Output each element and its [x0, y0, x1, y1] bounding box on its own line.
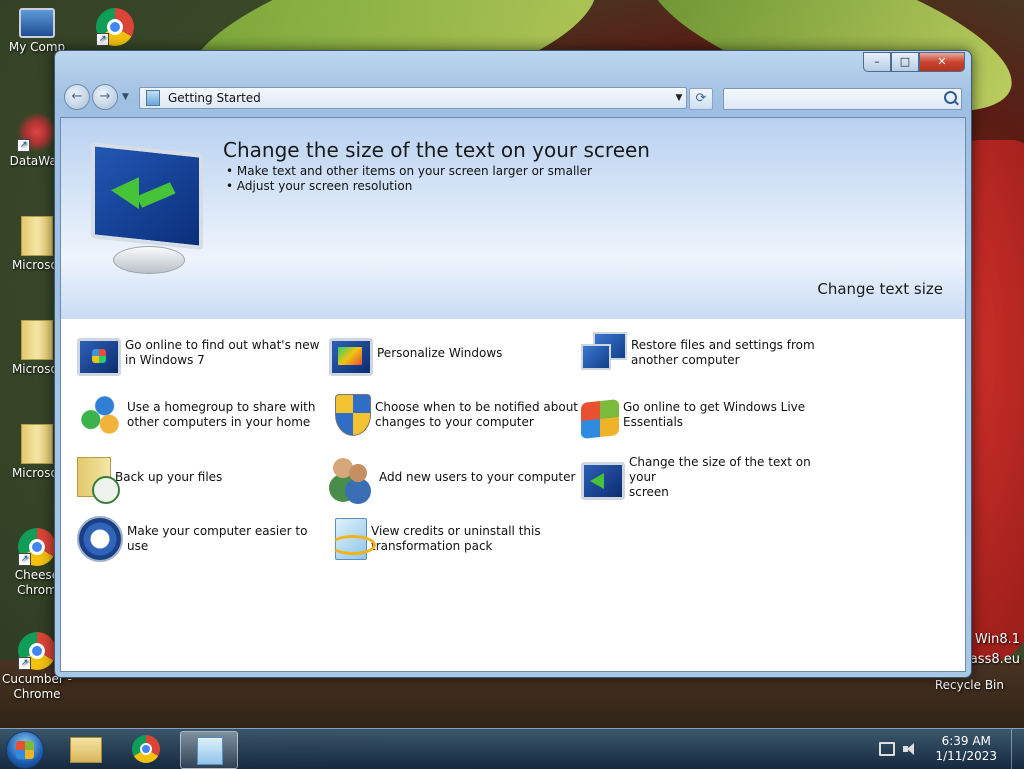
desktop-icon-label: Chrome	[13, 687, 61, 701]
transformation-pack-icon	[330, 518, 376, 560]
task-credits-uninstall[interactable]: View credits or uninstall this transforma…	[329, 511, 579, 567]
watermark-text: ass8.eu	[969, 652, 1020, 667]
banner-bullet: • Make text and other items on your scre…	[226, 164, 592, 178]
refresh-button[interactable]: ⟳	[689, 88, 713, 110]
content-area: Change the size of the text on your scre…	[60, 117, 966, 672]
users-icon	[329, 454, 375, 500]
folder-icon	[21, 424, 53, 464]
clock-date: 1/11/2023	[935, 749, 997, 763]
task-homegroup[interactable]: Use a homegroup to share with other compu…	[77, 387, 327, 443]
task-label: Choose when to be notified about changes …	[375, 400, 578, 429]
address-dropdown-icon[interactable]: ▼	[672, 93, 686, 103]
taskbar-getting-started-button[interactable]	[180, 731, 238, 769]
search-box[interactable]	[723, 88, 962, 110]
getting-started-window: – □ ✕ ← → ▼ Getting Started ▼ ⟳ Change t…	[54, 50, 972, 678]
desktop-icon-my-computer[interactable]: My Comp	[2, 8, 72, 55]
address-text: Getting Started	[168, 91, 261, 105]
uac-shield-icon	[335, 394, 371, 436]
windows-flag-icon	[581, 399, 619, 439]
task-label: Add new users to your computer	[379, 469, 576, 484]
folder-icon	[21, 320, 53, 360]
clock-time: 6:39 AM	[941, 734, 991, 748]
banner-bullets: • Make text and other items on your scre…	[226, 164, 592, 194]
taskbar-chrome-button[interactable]	[118, 731, 174, 767]
task-label: Go online to find out what's new in Windo…	[125, 338, 320, 367]
task-change-text-size[interactable]: Change the size of the text on your scree…	[581, 449, 831, 505]
task-restore-files[interactable]: Restore files and settings from another c…	[581, 325, 831, 381]
homegroup-icon	[77, 392, 123, 438]
address-bar[interactable]: Getting Started ▼	[139, 87, 687, 109]
getting-started-icon	[197, 737, 223, 765]
ease-of-access-icon	[77, 516, 123, 562]
task-uac[interactable]: Choose when to be notified about changes …	[329, 387, 579, 443]
chrome-icon: ↗	[96, 8, 134, 46]
getting-started-icon	[146, 90, 160, 106]
maximize-button[interactable]: □	[891, 52, 919, 72]
navigation-buttons: ← → ▼	[64, 84, 129, 110]
shortcut-arrow-icon: ↗	[96, 33, 109, 46]
easy-transfer-icon	[581, 330, 627, 376]
window-controls: – □ ✕	[863, 52, 965, 72]
task-label: Use a homegroup to share with other compu…	[127, 400, 316, 429]
system-tray: 6:39 AM 1/11/2023	[879, 729, 1024, 769]
minimize-button[interactable]: –	[863, 52, 891, 72]
shortcut-arrow-icon: ↗	[18, 657, 31, 670]
task-label: Personalize Windows	[377, 345, 503, 360]
banner-title: Change the size of the text on your scre…	[223, 138, 650, 162]
folder-icon	[21, 216, 53, 256]
chrome-icon	[132, 735, 160, 763]
search-input[interactable]	[724, 89, 942, 107]
task-personalize[interactable]: Personalize Windows	[329, 325, 579, 381]
chrome-icon: ↗	[18, 632, 56, 670]
folder-icon	[70, 737, 102, 763]
monitor-arrow-icon	[91, 142, 203, 276]
shortcut-arrow-icon: ↗	[17, 139, 30, 152]
banner-bullet: • Adjust your screen resolution	[226, 179, 413, 193]
speaker-icon[interactable]	[903, 742, 919, 756]
shortcut-arrow-icon: ↗	[18, 553, 31, 566]
computer-icon	[19, 8, 55, 38]
forward-button[interactable]: →	[92, 84, 118, 110]
task-label: View credits or uninstall this transforma…	[371, 524, 541, 553]
desktop-icon-chrome[interactable]: ↗	[80, 8, 150, 48]
task-windows-live[interactable]: Go online to get Windows Live Essentials	[581, 387, 831, 443]
chrome-icon: ↗	[18, 528, 56, 566]
task-label: Restore files and settings from another c…	[631, 338, 815, 367]
datawag-icon: ↗	[17, 112, 57, 152]
task-label: Make your computer easier to use	[127, 524, 308, 553]
windows-monitor-icon	[77, 338, 121, 376]
task-backup[interactable]: Back up your files	[77, 449, 327, 505]
close-button[interactable]: ✕	[919, 52, 965, 72]
task-add-users[interactable]: Add new users to your computer	[329, 449, 579, 505]
details-banner: Change the size of the text on your scre…	[61, 118, 965, 319]
taskbar: 6:39 AM 1/11/2023	[0, 728, 1024, 769]
change-text-size-link[interactable]: Change text size	[817, 280, 943, 298]
personalize-icon	[329, 338, 373, 376]
task-whats-new[interactable]: Go online to find out what's new in Windo…	[77, 325, 327, 381]
recycle-bin-label[interactable]: Recycle Bin	[935, 678, 1004, 692]
backup-folder-icon	[77, 457, 120, 504]
start-button[interactable]	[6, 731, 44, 769]
taskbar-explorer-button[interactable]	[56, 731, 112, 767]
task-label: Back up your files	[115, 469, 223, 484]
task-ease-of-access[interactable]: Make your computer easier to use	[77, 511, 327, 567]
watermark-text: Win8.1	[974, 632, 1020, 647]
back-button[interactable]: ←	[64, 84, 90, 110]
monitor-arrow-icon	[581, 462, 625, 500]
network-icon[interactable]	[879, 742, 896, 756]
show-desktop-button[interactable]	[1011, 729, 1024, 769]
task-label: Go online to get Windows Live Essentials	[623, 400, 806, 429]
clock[interactable]: 6:39 AM 1/11/2023	[935, 734, 997, 764]
recent-pages-dropdown-icon[interactable]: ▼	[122, 92, 129, 102]
task-label: Change the size of the text on your scree…	[629, 454, 811, 499]
search-icon[interactable]	[944, 91, 957, 104]
